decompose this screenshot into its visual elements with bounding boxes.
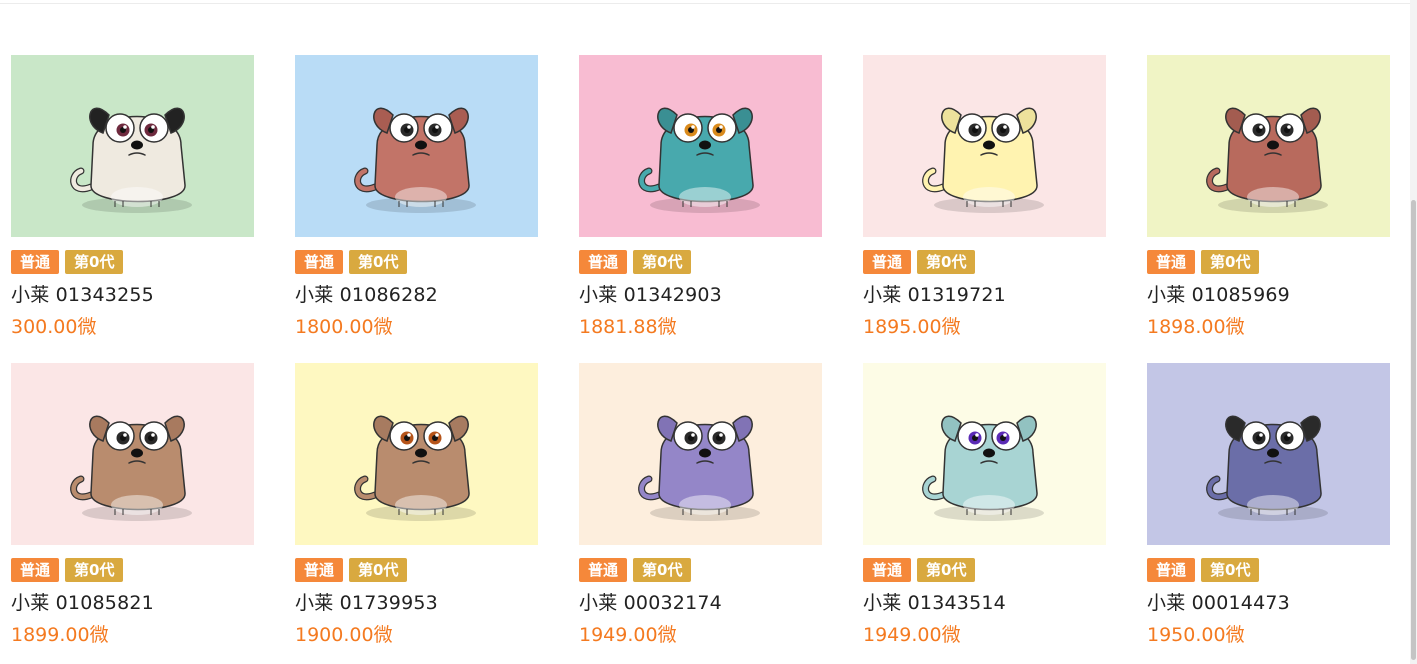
- pet-card[interactable]: 普通 第0代小莱 01343514 1949.00微: [863, 363, 1106, 653]
- pet-price: 300.00微: [11, 316, 97, 338]
- pet-name[interactable]: 小莱 01343255: [11, 283, 254, 307]
- pet-price: 1800.00微: [295, 316, 393, 338]
- rarity-badge: 普通: [1147, 250, 1196, 274]
- tag-row: 普通 第0代: [295, 558, 538, 582]
- generation-badge: 第0代: [1201, 250, 1260, 274]
- pet-price: 1898.00微: [1147, 316, 1245, 338]
- pet-card[interactable]: 普通 第0代小莱 01319721 1895.00微: [863, 55, 1106, 345]
- rarity-badge: 普通: [11, 558, 60, 582]
- pet-price: 1949.00微: [579, 624, 677, 646]
- rarity-badge: 普通: [579, 250, 628, 274]
- scrollbar-thumb[interactable]: [1411, 200, 1416, 660]
- pet-price: 1949.00微: [863, 624, 961, 646]
- pet-price: 1899.00微: [11, 624, 109, 646]
- pet-name[interactable]: 小莱 01086282: [295, 283, 538, 307]
- pet-card[interactable]: 普通 第0代小莱 00032174 1949.00微: [579, 363, 822, 653]
- generation-badge: 第0代: [633, 558, 692, 582]
- pet-card[interactable]: 普通 第0代小莱 01085969 1898.00微: [1147, 55, 1390, 345]
- tag-row: 普通 第0代: [579, 250, 822, 274]
- generation-badge: 第0代: [633, 250, 692, 274]
- tag-row: 普通 第0代: [11, 558, 254, 582]
- brown-dog-icon[interactable]: [1147, 55, 1390, 237]
- chihuahua-icon[interactable]: [11, 363, 254, 545]
- pet-card[interactable]: 普通 第0代小莱 01086282 1800.00微: [295, 55, 538, 345]
- teal-dog-icon[interactable]: [579, 55, 822, 237]
- generation-badge: 第0代: [1201, 558, 1260, 582]
- tag-row: 普通 第0代: [1147, 558, 1390, 582]
- pet-price: 1881.88微: [579, 316, 677, 338]
- bulldog-icon[interactable]: [295, 55, 538, 237]
- rarity-badge: 普通: [295, 250, 344, 274]
- top-divider: [0, 3, 1410, 4]
- generation-badge: 第0代: [65, 558, 124, 582]
- pet-name[interactable]: 小莱 00014473: [1147, 591, 1390, 615]
- pet-card[interactable]: 普通 第0代小莱 01343255 300.00微: [11, 55, 254, 345]
- tag-row: 普通 第0代: [1147, 250, 1390, 274]
- navy-dog-icon[interactable]: [1147, 363, 1390, 545]
- pet-card[interactable]: 普通 第0代小莱 00014473 1950.00微: [1147, 363, 1390, 653]
- mint-dog-icon[interactable]: [863, 363, 1106, 545]
- pet-name[interactable]: 小莱 01343514: [863, 591, 1106, 615]
- pet-name[interactable]: 小莱 01319721: [863, 283, 1106, 307]
- pet-price: 1900.00微: [295, 624, 393, 646]
- pet-card[interactable]: 普通 第0代小莱 01085821 1899.00微: [11, 363, 254, 653]
- scrollbar[interactable]: [1410, 0, 1417, 664]
- pet-price: 1895.00微: [863, 316, 961, 338]
- generation-badge: 第0代: [65, 250, 124, 274]
- pet-name[interactable]: 小莱 01739953: [295, 591, 538, 615]
- yellow-dog-icon[interactable]: [863, 55, 1106, 237]
- tag-row: 普通 第0代: [863, 558, 1106, 582]
- pet-grid: 普通 第0代 小莱 01343255 300.00微 普通 第0代 小莱 01086282…: [11, 55, 1390, 653]
- tan-dog-icon[interactable]: [295, 363, 538, 545]
- generation-badge: 第0代: [349, 558, 408, 582]
- pet-price: 1950.00微: [1147, 624, 1245, 646]
- tag-row: 普通 第0代: [579, 558, 822, 582]
- pug-dog-icon[interactable]: [11, 55, 254, 237]
- rarity-badge: 普通: [295, 558, 344, 582]
- rarity-badge: 普通: [1147, 558, 1196, 582]
- pet-name[interactable]: 小莱 01342903: [579, 283, 822, 307]
- pet-card[interactable]: 普通 第0代小莱 01342903 1881.88微: [579, 55, 822, 345]
- tag-row: 普通 第0代: [295, 250, 538, 274]
- pet-card[interactable]: 普通 第0代小莱 01739953 1900.00微: [295, 363, 538, 653]
- rarity-badge: 普通: [579, 558, 628, 582]
- generation-badge: 第0代: [349, 250, 408, 274]
- tag-row: 普通 第0代: [11, 250, 254, 274]
- rarity-badge: 普通: [863, 558, 912, 582]
- generation-badge: 第0代: [917, 250, 976, 274]
- generation-badge: 第0代: [917, 558, 976, 582]
- pet-name[interactable]: 小莱 01085821: [11, 591, 254, 615]
- tag-row: 普通 第0代: [863, 250, 1106, 274]
- purple-dog-icon[interactable]: [579, 363, 822, 545]
- pet-name[interactable]: 小莱 00032174: [579, 591, 822, 615]
- rarity-badge: 普通: [863, 250, 912, 274]
- pet-name[interactable]: 小莱 01085969: [1147, 283, 1390, 307]
- rarity-badge: 普通: [11, 250, 60, 274]
